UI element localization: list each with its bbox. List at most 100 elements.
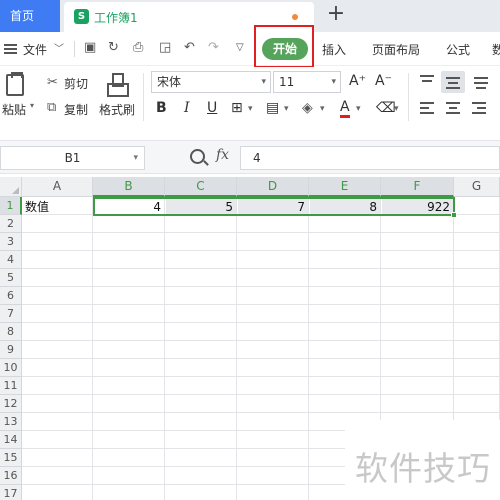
chevron-down-icon: ▾ bbox=[331, 77, 336, 87]
scissors-icon[interactable]: ✂ bbox=[47, 75, 58, 90]
fill-color-icon[interactable]: ◈ bbox=[302, 100, 313, 116]
unsaved-dot-icon bbox=[292, 14, 298, 20]
ribbon-spacer bbox=[0, 125, 500, 140]
font-color-button[interactable]: A bbox=[340, 100, 350, 118]
fill-handle[interactable] bbox=[451, 212, 457, 218]
gridline bbox=[22, 394, 500, 395]
row-header-4[interactable]: 4 bbox=[0, 251, 22, 269]
format-painter-icon[interactable] bbox=[106, 73, 129, 97]
row-header-8[interactable]: 8 bbox=[0, 323, 22, 341]
row-header-11[interactable]: 11 bbox=[0, 377, 22, 395]
copy-button[interactable]: 复制 bbox=[64, 101, 88, 118]
quick-access-dropdown-icon[interactable]: ▽ bbox=[236, 42, 244, 53]
row-header-7[interactable]: 7 bbox=[0, 305, 22, 323]
column-header-c[interactable]: C bbox=[165, 177, 237, 197]
column-header-a[interactable]: A bbox=[22, 177, 93, 197]
chevron-down-icon[interactable]: ▾ bbox=[248, 104, 253, 114]
undo-icon[interactable]: ↶ bbox=[184, 40, 195, 55]
row-header-9[interactable]: 9 bbox=[0, 341, 22, 359]
merge-cells-icon[interactable]: ▤ bbox=[266, 100, 279, 116]
row-header-14[interactable]: 14 bbox=[0, 431, 22, 449]
font-size-select[interactable]: 11 ▾ bbox=[273, 71, 341, 93]
column-header-e[interactable]: E bbox=[309, 177, 381, 197]
row-header-1[interactable]: 1 bbox=[0, 197, 22, 215]
new-tab-button[interactable]: + bbox=[326, 3, 346, 26]
gridline bbox=[22, 286, 500, 287]
chevron-down-icon: ▾ bbox=[261, 77, 266, 87]
watermark-area: 软件技巧 bbox=[345, 420, 500, 500]
format-painter-button[interactable]: 格式刷 bbox=[99, 101, 135, 118]
increase-font-size-button[interactable]: A⁺ bbox=[349, 73, 366, 89]
hamburger-menu-icon[interactable] bbox=[4, 44, 17, 54]
eraser-icon[interactable]: ⌫ bbox=[376, 100, 396, 116]
paste-button[interactable]: 粘贴 bbox=[2, 101, 26, 118]
font-name-select[interactable]: 宋体 ▾ bbox=[151, 71, 271, 93]
row-header-13[interactable]: 13 bbox=[0, 413, 22, 431]
tab-formulas[interactable]: 公式 bbox=[446, 41, 470, 58]
gridline bbox=[22, 304, 500, 305]
row-header-15[interactable]: 15 bbox=[0, 449, 22, 467]
save-icon[interactable]: ▣ bbox=[84, 40, 96, 55]
borders-icon[interactable]: ⊞ bbox=[231, 100, 243, 116]
paste-dropdown-icon[interactable]: ▾ bbox=[30, 101, 34, 110]
tab-home[interactable]: 首页 bbox=[0, 0, 60, 32]
row-header-16[interactable]: 16 bbox=[0, 467, 22, 485]
underline-button[interactable]: U bbox=[207, 100, 217, 116]
column-header-b[interactable]: B bbox=[93, 177, 165, 197]
column-header-f[interactable]: F bbox=[381, 177, 454, 197]
print-preview-icon[interactable]: ◲ bbox=[159, 40, 171, 55]
row-header-5[interactable]: 5 bbox=[0, 269, 22, 287]
bold-button[interactable]: B bbox=[156, 100, 167, 116]
row-header-3[interactable]: 3 bbox=[0, 233, 22, 251]
row-header-17[interactable]: 17 bbox=[0, 485, 22, 500]
gridline bbox=[22, 268, 500, 269]
gridline bbox=[22, 232, 500, 233]
chevron-down-icon[interactable]: ▾ bbox=[284, 104, 289, 114]
gridline bbox=[236, 197, 237, 500]
tab-page-layout[interactable]: 页面布局 bbox=[372, 41, 420, 58]
zoom-icon[interactable] bbox=[190, 149, 205, 164]
gridline bbox=[92, 197, 93, 500]
insert-function-button[interactable]: fx bbox=[216, 147, 229, 163]
column-header-g[interactable]: G bbox=[454, 177, 500, 197]
chevron-down-icon[interactable]: ▾ bbox=[133, 147, 138, 169]
selection-range bbox=[93, 197, 455, 216]
menu-bar: 文件 ﹀ ▣ ↻ ⎙ ◲ ↶ ↷ ▽ bbox=[0, 32, 500, 66]
formula-bar: B1 ▾ fx 4 bbox=[0, 140, 500, 174]
redo-icon[interactable]: ↷ bbox=[208, 40, 219, 55]
cut-button[interactable]: 剪切 bbox=[64, 75, 88, 92]
row-header-12[interactable]: 12 bbox=[0, 395, 22, 413]
chevron-down-icon[interactable]: ▾ bbox=[356, 104, 361, 114]
gridline bbox=[22, 250, 500, 251]
font-name-value: 宋体 bbox=[157, 75, 182, 89]
chevron-down-icon[interactable]: ﹀ bbox=[54, 40, 64, 55]
export-icon[interactable]: ↻ bbox=[108, 40, 119, 55]
divider bbox=[74, 41, 75, 57]
copy-icon[interactable]: ⧉ bbox=[47, 100, 56, 115]
print-icon[interactable]: ⎙ bbox=[133, 40, 143, 55]
name-box[interactable]: B1 ▾ bbox=[0, 146, 145, 170]
decrease-font-size-button[interactable]: A⁻ bbox=[375, 73, 392, 89]
chevron-down-icon[interactable]: ▾ bbox=[320, 104, 325, 114]
tab-bar: 首页 S 工作簿1 + bbox=[0, 0, 500, 32]
tab-start[interactable]: 开始 bbox=[262, 38, 308, 60]
select-all-corner[interactable] bbox=[0, 177, 22, 197]
formula-input[interactable]: 4 bbox=[240, 146, 500, 170]
gridline bbox=[22, 358, 500, 359]
gridline bbox=[308, 197, 309, 500]
watermark-text: 软件技巧 bbox=[355, 449, 491, 488]
cell-a1[interactable]: 数值 bbox=[23, 198, 92, 216]
tab-insert[interactable]: 插入 bbox=[322, 41, 346, 58]
italic-button[interactable]: I bbox=[184, 100, 190, 116]
row-header-6[interactable]: 6 bbox=[0, 287, 22, 305]
spreadsheet-icon: S bbox=[74, 9, 89, 24]
menu-file[interactable]: 文件 bbox=[23, 41, 47, 58]
row-header-10[interactable]: 10 bbox=[0, 359, 22, 377]
divider bbox=[143, 73, 144, 121]
paste-icon[interactable] bbox=[6, 72, 24, 96]
row-header-2[interactable]: 2 bbox=[0, 215, 22, 233]
tab-data[interactable]: 数 bbox=[492, 41, 500, 58]
ribbon-toolbar: 粘贴 ▾ ✂ 剪切 ⧉ 复制 格式刷 宋体 ▾ 11 ▾ A⁺ A⁻ B I U… bbox=[0, 67, 500, 125]
chevron-down-icon[interactable]: ▾ bbox=[394, 104, 399, 114]
column-header-d[interactable]: D bbox=[237, 177, 309, 197]
